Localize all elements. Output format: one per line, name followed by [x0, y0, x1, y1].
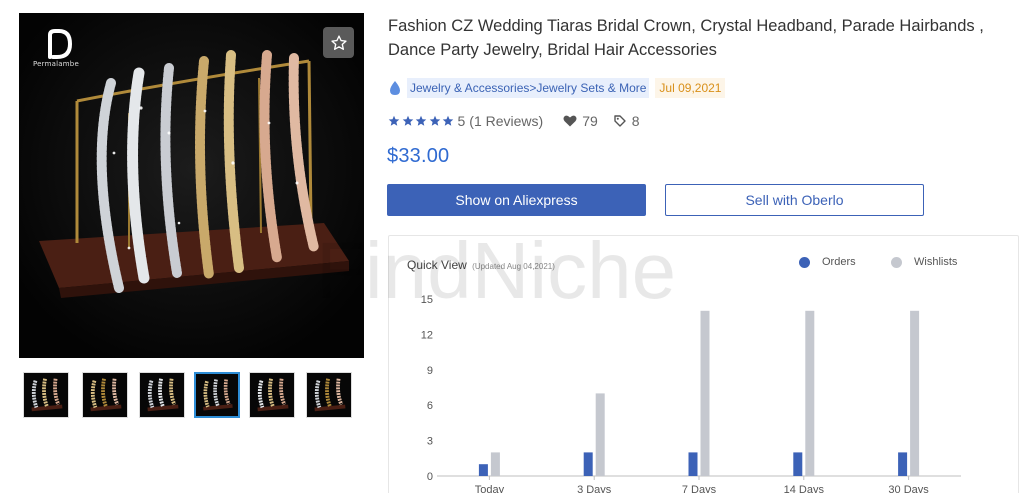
- orders-bar: [688, 452, 698, 476]
- y-tick-label: 9: [427, 365, 433, 377]
- thumbnail-image: [250, 373, 294, 417]
- thumbnail-image: [24, 373, 68, 417]
- thumbnail-strip: [19, 372, 364, 418]
- x-tick-label: 14 Days: [784, 484, 825, 493]
- show-on-aliexpress-button[interactable]: Show on Aliexpress: [387, 184, 646, 216]
- y-tick-label: 6: [427, 400, 433, 412]
- x-tick-label: Today: [475, 484, 505, 493]
- quick-view-panel: Quick View (Updated Aug 04,2021) Orders …: [388, 235, 1019, 493]
- wishlists-bar: [595, 393, 605, 476]
- y-tick-label: 0: [427, 471, 433, 483]
- thumbnail-image: [83, 373, 127, 417]
- wishlists-bar: [490, 452, 500, 476]
- product-thumbnail[interactable]: [249, 372, 295, 418]
- heart-icon: [563, 115, 577, 127]
- rating-star-icon: [429, 115, 440, 126]
- sell-with-oberlo-button[interactable]: Sell with Oberlo: [665, 184, 924, 216]
- rating-stars: [388, 115, 456, 127]
- rating-value: 5: [457, 113, 466, 129]
- likes-count: 79: [563, 113, 598, 129]
- rating-star-icon: [442, 115, 454, 126]
- product-price: $33.00: [387, 145, 450, 167]
- tags-count: 8: [614, 113, 640, 129]
- x-tick-label: 7 Days: [682, 484, 717, 493]
- brand-logo-text: Permalambe: [33, 60, 79, 68]
- orders-bar: [583, 452, 593, 476]
- tag-icon: [614, 115, 626, 127]
- likes-value: 79: [582, 113, 598, 129]
- brand-logo-icon: [48, 29, 73, 59]
- thumbnail-image: [140, 373, 184, 417]
- rating-star-icon: [388, 115, 400, 126]
- wishlists-bar: [805, 310, 815, 476]
- product-thumbnail[interactable]: [306, 372, 352, 418]
- orders-wishlists-chart: 0 3 6 9 12 15 Today 3 Days 7 Days 14 Days 30 Days: [421, 294, 961, 493]
- product-title: Fashion CZ Wedding Tiaras Bridal Crown, …: [388, 17, 984, 59]
- thumbnail-image: [196, 374, 238, 416]
- product-thumbnail[interactable]: [139, 372, 185, 418]
- orders-bar: [898, 452, 908, 476]
- favorite-button[interactable]: [323, 27, 354, 58]
- wishlists-bar: [910, 310, 920, 476]
- thumbnail-image: [307, 373, 351, 417]
- rating-star-icon: [415, 115, 427, 126]
- orders-bar: [478, 464, 488, 476]
- meta-row: Jewelry & Accessories>Jewelry Sets & Mor…: [388, 78, 726, 98]
- tags-value: 8: [631, 113, 640, 129]
- reviews-count[interactable]: (1 Reviews): [469, 113, 543, 129]
- orders-bar: [793, 452, 803, 476]
- product-main-image[interactable]: Permalambe: [19, 13, 364, 358]
- x-tick-label: 30 Days: [888, 484, 929, 493]
- listing-date: Jul 09,2021: [655, 78, 726, 98]
- favorite-star-icon: [330, 34, 347, 50]
- y-tick-label: 15: [421, 294, 433, 306]
- y-tick-label: 12: [421, 329, 433, 341]
- category-link[interactable]: Jewelry & Accessories>Jewelry Sets & Mor…: [407, 78, 650, 98]
- product-thumbnail[interactable]: [82, 372, 128, 418]
- product-thumbnail[interactable]: [23, 372, 69, 418]
- rating-star-icon: [402, 115, 413, 126]
- x-tick-label: 3 Days: [577, 484, 612, 493]
- product-thumbnail[interactable]: [194, 372, 240, 418]
- rating-row: 5 (1 Reviews) 79 8: [388, 111, 640, 131]
- wishlists-bar: [700, 310, 710, 476]
- y-tick-label: 3: [427, 436, 433, 448]
- drop-icon: [390, 81, 400, 95]
